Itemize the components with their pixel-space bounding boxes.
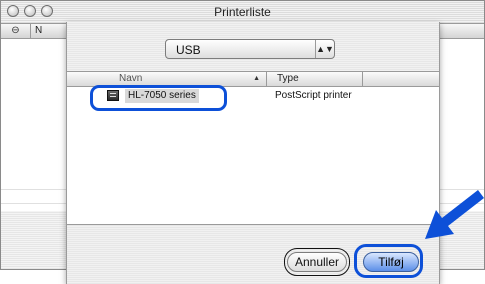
printer-type-cell: PostScript printer (275, 90, 352, 101)
pointer-arrow-icon (425, 190, 484, 239)
column-header-type-label: Type (277, 73, 299, 84)
printer-highlight-outline (90, 85, 227, 111)
sort-ascending-icon: ▲ (253, 75, 260, 82)
column-header-name-label: Navn (119, 73, 143, 84)
connection-type-popup[interactable]: USB ▲▼ (165, 39, 335, 59)
title-bar[interactable]: Printerliste (1, 1, 484, 24)
add-button-highlight-outline (354, 244, 423, 278)
column-header-type[interactable]: Type (273, 72, 363, 86)
window-title: Printerliste (214, 5, 271, 19)
popup-arrows-icon: ▲▼ (315, 40, 334, 58)
column-header-status[interactable]: ⊖ (1, 24, 31, 38)
add-printer-sheet: USB ▲▼ Navn ▲ Type HL-7050 series PostSc… (66, 22, 440, 284)
cancel-button[interactable]: Annuller (287, 252, 347, 272)
column-header-name[interactable]: Navn ▲ (97, 72, 267, 86)
column-header-name[interactable]: N (32, 24, 42, 38)
connection-type-value: USB (176, 43, 201, 57)
